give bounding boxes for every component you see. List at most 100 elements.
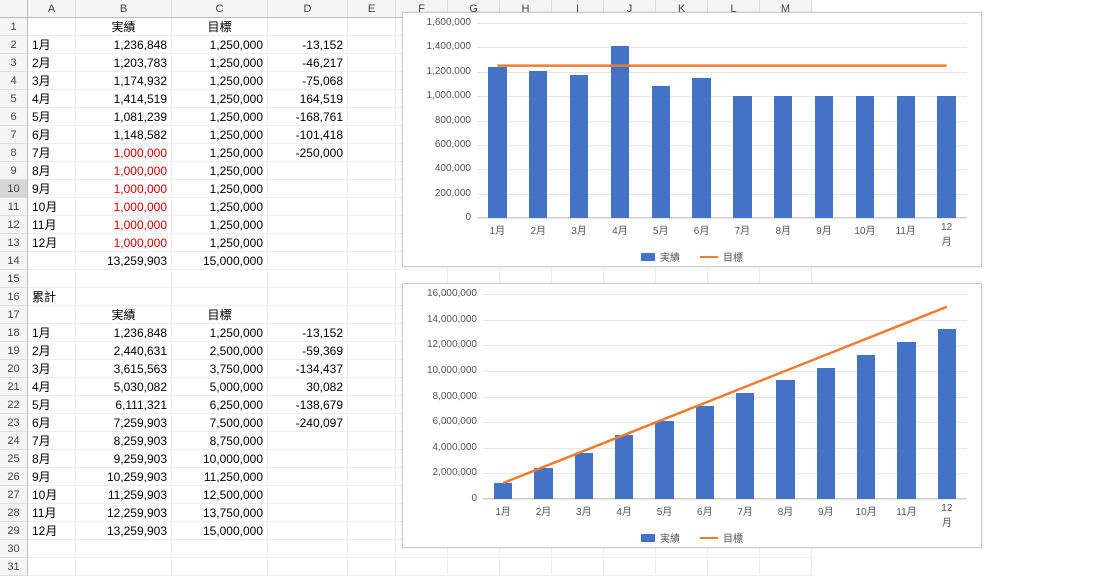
cell[interactable]: 1,250,000 bbox=[172, 72, 268, 90]
row-header-19[interactable]: 19 bbox=[0, 342, 28, 360]
cell[interactable] bbox=[268, 162, 348, 180]
row-header-24[interactable]: 24 bbox=[0, 432, 28, 450]
cell[interactable]: -240,097 bbox=[268, 414, 348, 432]
cell[interactable]: 1,203,783 bbox=[76, 54, 172, 72]
cell[interactable]: 3月 bbox=[28, 360, 76, 378]
cell[interactable]: 8月 bbox=[28, 162, 76, 180]
row-header-26[interactable]: 26 bbox=[0, 468, 28, 486]
cell[interactable]: 1,174,932 bbox=[76, 72, 172, 90]
cell[interactable]: 12,259,903 bbox=[76, 504, 172, 522]
cell[interactable]: 5月 bbox=[28, 108, 76, 126]
cell[interactable]: 1,000,000 bbox=[76, 216, 172, 234]
cell[interactable]: 1,250,000 bbox=[172, 162, 268, 180]
cell[interactable] bbox=[268, 18, 348, 36]
cell[interactable]: 1,236,848 bbox=[76, 36, 172, 54]
cell[interactable] bbox=[268, 198, 348, 216]
cell[interactable]: 1,081,239 bbox=[76, 108, 172, 126]
cell[interactable] bbox=[268, 540, 348, 558]
cell[interactable]: 1,000,000 bbox=[76, 234, 172, 252]
chart-monthly[interactable]: 0200,000400,000600,000800,0001,000,0001,… bbox=[402, 12, 982, 267]
cell[interactable]: 1,000,000 bbox=[76, 162, 172, 180]
cell[interactable] bbox=[760, 558, 812, 576]
cell[interactable]: 7月 bbox=[28, 432, 76, 450]
cell[interactable]: 1,414,519 bbox=[76, 90, 172, 108]
cell[interactable]: 6月 bbox=[28, 126, 76, 144]
cell[interactable]: 15,000,000 bbox=[172, 252, 268, 270]
cell[interactable] bbox=[348, 378, 396, 396]
cell[interactable] bbox=[268, 468, 348, 486]
cell[interactable]: 8月 bbox=[28, 450, 76, 468]
row-header-15[interactable]: 15 bbox=[0, 270, 28, 288]
cell[interactable] bbox=[268, 252, 348, 270]
cell[interactable] bbox=[28, 306, 76, 324]
cell[interactable]: -13,152 bbox=[268, 324, 348, 342]
cell[interactable] bbox=[268, 306, 348, 324]
cell[interactable] bbox=[348, 450, 396, 468]
cell[interactable]: 164,519 bbox=[268, 90, 348, 108]
cell[interactable]: 10月 bbox=[28, 198, 76, 216]
cell[interactable]: 5,030,082 bbox=[76, 378, 172, 396]
row-header-29[interactable]: 29 bbox=[0, 522, 28, 540]
cell[interactable]: 11,259,903 bbox=[76, 486, 172, 504]
cell[interactable]: 3月 bbox=[28, 72, 76, 90]
cell[interactable] bbox=[348, 414, 396, 432]
cell[interactable] bbox=[656, 558, 708, 576]
cell[interactable]: 12月 bbox=[28, 234, 76, 252]
cell[interactable]: -59,369 bbox=[268, 342, 348, 360]
row-header-4[interactable]: 4 bbox=[0, 72, 28, 90]
cell[interactable]: 11月 bbox=[28, 216, 76, 234]
row-header-23[interactable]: 23 bbox=[0, 414, 28, 432]
cell[interactable] bbox=[28, 270, 76, 288]
cell[interactable]: 9月 bbox=[28, 180, 76, 198]
cell[interactable]: -101,418 bbox=[268, 126, 348, 144]
cell[interactable] bbox=[348, 522, 396, 540]
cell[interactable] bbox=[268, 450, 348, 468]
cell[interactable] bbox=[552, 558, 604, 576]
cell[interactable]: 目標 bbox=[172, 18, 268, 36]
cell[interactable] bbox=[708, 558, 760, 576]
row-header-6[interactable]: 6 bbox=[0, 108, 28, 126]
select-all-corner[interactable] bbox=[0, 0, 28, 18]
row-header-30[interactable]: 30 bbox=[0, 540, 28, 558]
cell[interactable]: 1,250,000 bbox=[172, 36, 268, 54]
cell[interactable]: 1,000,000 bbox=[76, 198, 172, 216]
cell[interactable] bbox=[348, 558, 396, 576]
cell[interactable]: 12月 bbox=[28, 522, 76, 540]
cell[interactable]: 1,250,000 bbox=[172, 90, 268, 108]
cell[interactable] bbox=[268, 180, 348, 198]
cell[interactable] bbox=[268, 270, 348, 288]
cell[interactable] bbox=[172, 270, 268, 288]
column-header-E[interactable]: E bbox=[348, 0, 396, 18]
row-header-1[interactable]: 1 bbox=[0, 18, 28, 36]
row-header-11[interactable]: 11 bbox=[0, 198, 28, 216]
cell[interactable] bbox=[76, 540, 172, 558]
cell[interactable]: 実績 bbox=[76, 306, 172, 324]
row-header-28[interactable]: 28 bbox=[0, 504, 28, 522]
cell[interactable]: 2,440,631 bbox=[76, 342, 172, 360]
cell[interactable] bbox=[348, 18, 396, 36]
cell[interactable] bbox=[268, 504, 348, 522]
row-header-20[interactable]: 20 bbox=[0, 360, 28, 378]
cell[interactable] bbox=[348, 216, 396, 234]
cell[interactable]: 5月 bbox=[28, 396, 76, 414]
cell[interactable] bbox=[348, 198, 396, 216]
cell[interactable]: 15,000,000 bbox=[172, 522, 268, 540]
cell[interactable] bbox=[28, 558, 76, 576]
cell[interactable] bbox=[76, 288, 172, 306]
cell[interactable] bbox=[604, 558, 656, 576]
cell[interactable]: -134,437 bbox=[268, 360, 348, 378]
cell[interactable] bbox=[348, 342, 396, 360]
cell[interactable]: 1,236,848 bbox=[76, 324, 172, 342]
cell[interactable]: 2月 bbox=[28, 54, 76, 72]
cell[interactable]: 13,259,903 bbox=[76, 522, 172, 540]
cell[interactable] bbox=[348, 540, 396, 558]
cell[interactable] bbox=[348, 432, 396, 450]
row-header-17[interactable]: 17 bbox=[0, 306, 28, 324]
cell[interactable]: 11月 bbox=[28, 504, 76, 522]
cell[interactable]: 12,500,000 bbox=[172, 486, 268, 504]
cell[interactable] bbox=[348, 360, 396, 378]
cell[interactable] bbox=[348, 288, 396, 306]
column-header-C[interactable]: C bbox=[172, 0, 268, 18]
cell[interactable]: 1,250,000 bbox=[172, 180, 268, 198]
cell[interactable]: 6,250,000 bbox=[172, 396, 268, 414]
